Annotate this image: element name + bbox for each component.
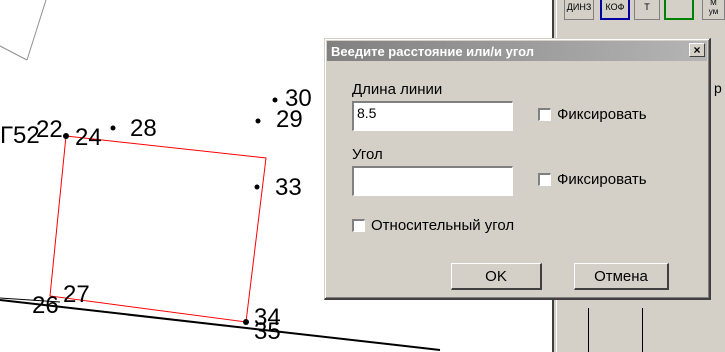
point-label-33: 33 (275, 174, 302, 201)
checkbox-icon (352, 219, 365, 232)
fix-angle-label: Фиксировать (557, 171, 647, 188)
toolbar-button-6[interactable] (664, 0, 694, 20)
point-label-29: 29 (276, 106, 303, 133)
point-label-26: 26 (32, 292, 59, 319)
close-icon: × (693, 43, 701, 57)
point-label-52: Г52 (0, 122, 40, 149)
point-marker-34[interactable] (243, 319, 249, 325)
map-line-left-top (0, 45, 28, 61)
toolbar-button-3-label: М (710, 0, 717, 7)
toolbar-button-2[interactable]: КОФ (600, 0, 630, 20)
fix-length-label: Фиксировать (557, 106, 647, 123)
point-marker-33[interactable] (254, 184, 260, 190)
point-marker-30[interactable] (272, 97, 278, 103)
length-input[interactable]: 8.5 (352, 101, 513, 131)
distance-angle-dialog: Веедите расстояние или/и угол × Длина ли… (324, 38, 711, 300)
map-line-top-left (26, 0, 47, 61)
point-label-27: 27 (63, 281, 90, 308)
close-button[interactable]: × (689, 43, 705, 57)
checkbox-icon (538, 173, 551, 186)
toolbar-button-3[interactable]: М ум (702, 0, 725, 20)
dialog-titlebar[interactable]: Веедите расстояние или/и угол × (327, 41, 707, 61)
cancel-button[interactable]: Отмена (574, 263, 669, 290)
relative-angle-label: Относительный угол (371, 217, 515, 234)
dialog-title: Веедите расстояние или/и угол (331, 43, 534, 59)
point-label-22: 22 (36, 116, 63, 143)
fix-angle-checkbox[interactable]: Фиксировать (538, 171, 647, 188)
point-label-24: 24 (75, 124, 102, 151)
point-marker-28[interactable] (110, 125, 116, 131)
toolbar-label-r: р (714, 80, 722, 96)
point-label-28: 28 (130, 115, 157, 142)
angle-input[interactable] (352, 166, 513, 196)
relative-angle-checkbox[interactable]: Относительный угол (352, 217, 514, 234)
toolbar-button-4-label: ум (708, 7, 719, 16)
toolbar-button-1[interactable]: ДИНЗ (564, 0, 594, 20)
angle-label: Угол (352, 146, 383, 163)
point-marker-22[interactable] (63, 133, 69, 139)
toolbar-button-5[interactable]: Т (634, 0, 660, 20)
length-label: Длина линии (352, 81, 443, 98)
fix-length-checkbox[interactable]: Фиксировать (538, 106, 647, 123)
checkbox-icon (538, 108, 551, 121)
point-marker-29[interactable] (255, 118, 261, 124)
ok-button[interactable]: OK (451, 263, 542, 290)
point-label-35: 35 (254, 318, 281, 345)
